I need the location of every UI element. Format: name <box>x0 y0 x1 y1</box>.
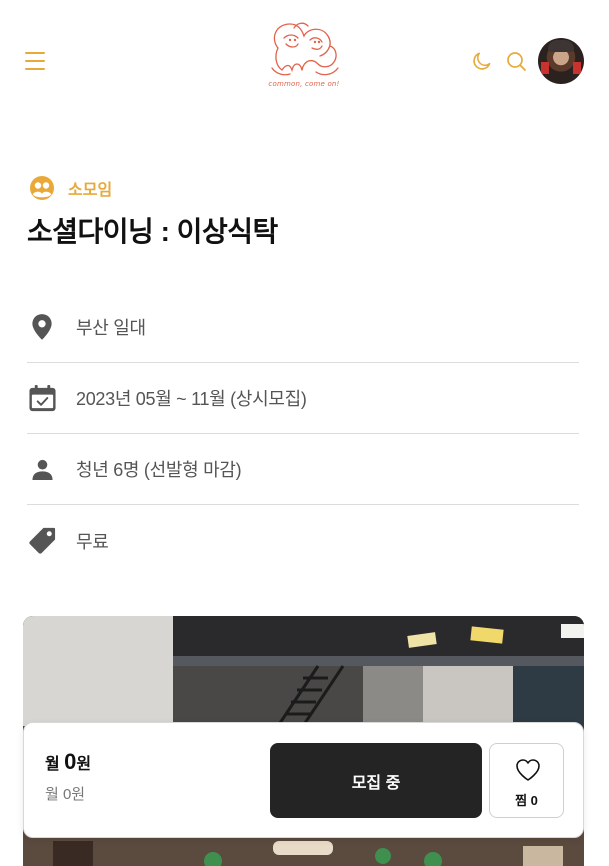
like-button[interactable]: 찜 0 <box>489 743 564 818</box>
moon-icon[interactable] <box>471 50 493 72</box>
heart-icon <box>515 757 541 783</box>
info-period-text: 2023년 05월 ~ 11월 (상시모집) <box>76 389 307 409</box>
info-capacity-text: 청년 6명 (선발형 마감) <box>76 460 242 480</box>
logo-text: common, come on! <box>268 80 340 88</box>
price-main: 월 0원 <box>45 749 91 775</box>
bottom-action-panel: 월 0원 월 0원 모집 중 찜 0 <box>23 722 584 838</box>
price-tag-icon <box>27 526 57 556</box>
category-label: 소모임 <box>68 182 113 199</box>
hamburger-menu-icon[interactable] <box>25 50 45 72</box>
price-unit: 원 <box>76 756 92 773</box>
recruiting-status-button[interactable]: 모집 중 <box>270 743 482 818</box>
info-row-fee: 무료 <box>27 505 579 576</box>
category-badge: 소모임 <box>29 175 112 201</box>
avatar[interactable] <box>538 38 584 84</box>
calendar-icon <box>27 383 57 413</box>
info-row-period: 2023년 05월 ~ 11월 (상시모집) <box>27 363 579 434</box>
logo-illustration <box>271 22 339 76</box>
person-icon <box>27 454 57 484</box>
info-location-text: 부산 일대 <box>76 318 146 338</box>
info-fee-text: 무료 <box>76 531 109 552</box>
search-icon[interactable] <box>505 50 527 72</box>
info-row-location: 부산 일대 <box>27 292 579 363</box>
price-sub: 월 0원 <box>45 786 86 803</box>
group-icon <box>29 175 55 201</box>
price-prefix: 월 <box>45 756 65 773</box>
like-count-label: 찜 0 <box>515 793 538 808</box>
price-value: 0 <box>64 749 77 774</box>
location-pin-icon <box>27 312 57 342</box>
info-row-capacity: 청년 6명 (선발형 마감) <box>27 434 579 505</box>
page-title: 소셜다이닝 : 이상식탁 <box>27 216 278 247</box>
logo[interactable]: common, come on! <box>264 18 344 94</box>
top-bar: common, come on! <box>0 0 609 120</box>
